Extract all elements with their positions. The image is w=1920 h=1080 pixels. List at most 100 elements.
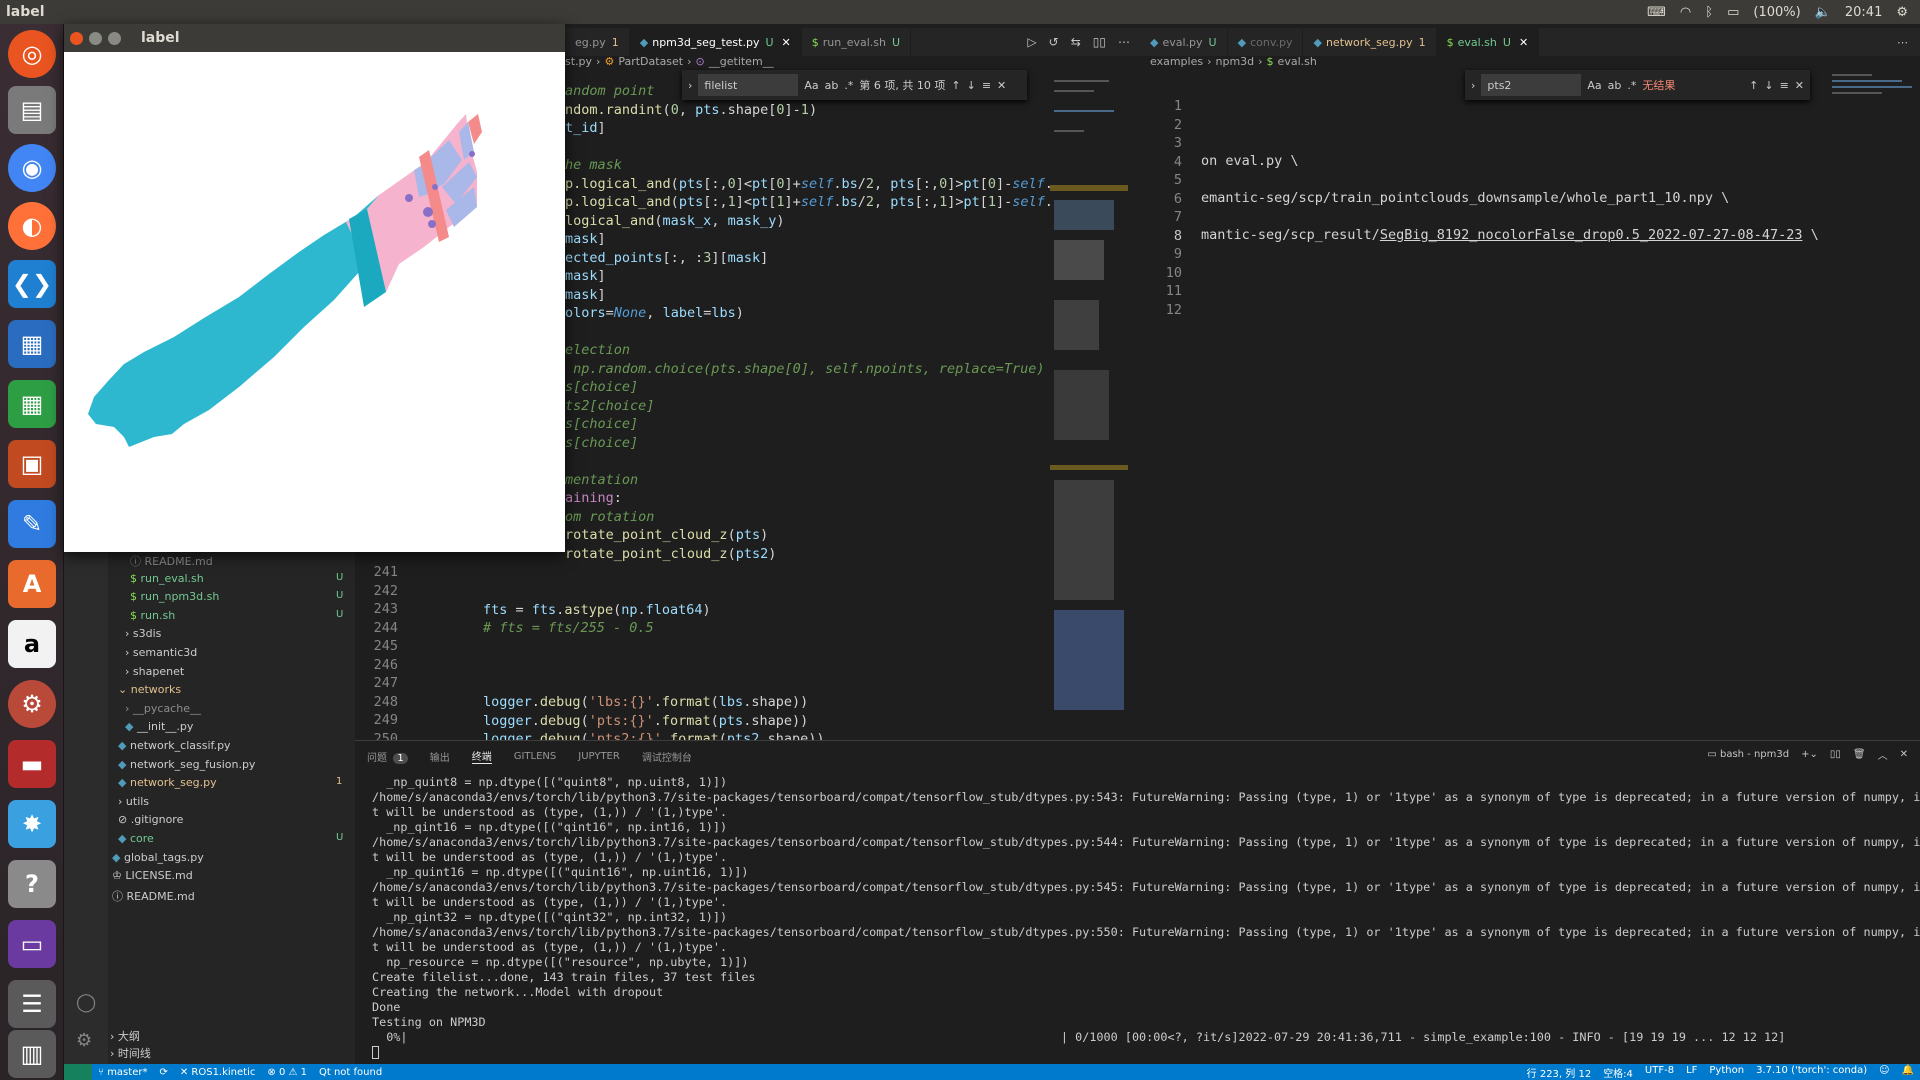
- manage-gear-icon[interactable]: ⚙: [76, 1030, 92, 1051]
- terminal-shell-selector[interactable]: ▭ bash - npm3d: [1707, 749, 1789, 760]
- tree-item[interactable]: › semantic3d: [125, 646, 197, 659]
- tree-item[interactable]: › utils: [118, 795, 149, 808]
- ubuntu-logo-icon[interactable]: ◎: [8, 30, 56, 78]
- left-minimap[interactable]: [1050, 70, 1130, 738]
- tab-gitlens[interactable]: GITLENS: [514, 751, 557, 762]
- tree-item[interactable]: $ run_npm3d.sh: [130, 590, 219, 603]
- breadcrumb-item[interactable]: PartDataset: [618, 55, 683, 68]
- more-actions-icon[interactable]: ⋯: [1897, 36, 1920, 49]
- text-editor-icon[interactable]: ✎: [8, 500, 56, 548]
- breadcrumb-item[interactable]: st.py: [565, 55, 592, 68]
- tree-item[interactable]: ◆ global_tags.py: [112, 851, 204, 864]
- stack-icon[interactable]: ☰: [8, 980, 56, 1028]
- files-icon[interactable]: ▤: [8, 86, 56, 134]
- python-interpreter[interactable]: 3.7.10 ('torch': conda): [1750, 1065, 1873, 1080]
- expand-replace-icon[interactable]: ›: [1471, 79, 1475, 92]
- tree-item[interactable]: ◆ network_seg.py: [118, 776, 217, 789]
- compare-icon[interactable]: ⇆: [1071, 35, 1081, 49]
- tree-item[interactable]: $ run_eval.sh: [130, 572, 204, 585]
- point-cloud-canvas[interactable]: [64, 52, 565, 552]
- right-code-line-4[interactable]: on eval.py \: [1201, 152, 1299, 171]
- volume-icon[interactable]: 🔈: [1815, 5, 1831, 20]
- match-case-icon[interactable]: Aa: [1587, 79, 1601, 92]
- close-panel-icon[interactable]: ✕: [1900, 749, 1908, 760]
- problems-status[interactable]: ⊗ 0 ⚠ 1: [261, 1067, 313, 1078]
- timeline-section[interactable]: › 时间线: [110, 1045, 151, 1061]
- indentation[interactable]: 空格:4: [1597, 1065, 1639, 1080]
- encoding[interactable]: UTF-8: [1639, 1065, 1680, 1080]
- language-mode[interactable]: Python: [1703, 1065, 1750, 1080]
- qt-status[interactable]: Qt not found: [313, 1067, 388, 1078]
- tree-item[interactable]: ◆ network_classif.py: [118, 739, 231, 752]
- find-in-selection-icon[interactable]: ≡: [1780, 79, 1789, 92]
- bluetooth-icon[interactable]: ᛒ: [1705, 5, 1713, 20]
- maximize-panel-icon[interactable]: ︿: [1878, 747, 1888, 762]
- window-maximize-button[interactable]: [108, 31, 121, 45]
- close-icon[interactable]: ✕: [782, 36, 791, 49]
- sync-icon[interactable]: ⟳: [153, 1067, 173, 1078]
- outline-section[interactable]: › 大纲: [110, 1028, 140, 1044]
- tree-item[interactable]: ◆ __init__.py: [125, 720, 193, 733]
- breadcrumb-item[interactable]: examples: [1150, 55, 1203, 68]
- right-code-line-8[interactable]: mantic-seg/scp_result/SegBig_8192_nocolo…: [1201, 226, 1819, 245]
- left-code-area[interactable]: andom point ndom.randint(0, pts.shape[0]…: [565, 82, 1053, 563]
- gear-icon[interactable]: ⚙: [1896, 5, 1908, 20]
- firefox-icon[interactable]: ◐: [8, 202, 56, 250]
- tab-debug-console[interactable]: 调试控制台: [642, 749, 692, 764]
- window-close-button[interactable]: [70, 31, 83, 45]
- right-minimap[interactable]: [1830, 70, 1915, 738]
- close-find-icon[interactable]: ✕: [1795, 79, 1804, 92]
- tab-terminal[interactable]: 终端: [471, 748, 492, 764]
- tree-item[interactable]: › __pycache__: [125, 702, 201, 715]
- split-editor-icon[interactable]: ▯▯: [1093, 35, 1106, 49]
- tree-item[interactable]: ⓘ README.md: [130, 553, 213, 569]
- calc-icon[interactable]: ▦: [8, 380, 56, 428]
- kill-terminal-icon[interactable]: 🗑: [1853, 749, 1866, 760]
- tree-item[interactable]: ◆ core: [118, 832, 154, 845]
- writer-icon[interactable]: ▦: [8, 320, 56, 368]
- split-terminal-icon[interactable]: ▯▯: [1830, 749, 1841, 760]
- cursor-position[interactable]: 行 223, 列 12: [1521, 1065, 1598, 1080]
- tab-run-eval[interactable]: $ run_eval.sh U: [802, 28, 912, 56]
- terminal-output[interactable]: _np_quint8 = np.dtype([("quint8", np.uin…: [372, 775, 1920, 1045]
- tree-item[interactable]: ⌄ networks: [118, 683, 181, 696]
- history-icon[interactable]: ↺: [1049, 35, 1059, 49]
- regex-icon[interactable]: .*: [1627, 79, 1636, 92]
- ros-status[interactable]: ✕ ROS1.kinetic: [174, 1067, 262, 1078]
- tab-eval-sh[interactable]: $ eval.sh U ✕: [1436, 28, 1540, 56]
- remote-indicator[interactable]: [64, 1064, 92, 1080]
- notifications-icon[interactable]: 🔔: [1896, 1065, 1920, 1080]
- app-icon[interactable]: ✸: [8, 800, 56, 848]
- settings-icon[interactable]: ⚙: [8, 680, 56, 728]
- breadcrumb-item[interactable]: __getitem__: [709, 55, 774, 68]
- tree-item[interactable]: ⊘ .gitignore: [118, 813, 183, 826]
- tree-item[interactable]: ♔ LICENSE.md: [112, 869, 193, 882]
- feedback-icon[interactable]: ☺: [1873, 1065, 1895, 1080]
- close-icon[interactable]: ✕: [1519, 36, 1528, 49]
- run-icon[interactable]: ▷: [1027, 35, 1036, 49]
- find-input[interactable]: pts2: [1481, 74, 1582, 96]
- tree-item[interactable]: ⓘ README.md: [112, 888, 195, 904]
- tab-jupyter[interactable]: JUPYTER: [578, 751, 620, 762]
- tree-item[interactable]: $ run.sh: [130, 609, 175, 622]
- line-8-path-link[interactable]: SegBig_8192_nocolorFalse_drop0.5_2022-07…: [1380, 227, 1803, 243]
- amazon-icon[interactable]: a: [8, 620, 56, 668]
- wifi-icon[interactable]: ◠: [1680, 5, 1691, 20]
- software-center-icon[interactable]: A: [8, 560, 56, 608]
- account-icon[interactable]: ◯: [76, 992, 96, 1013]
- keyboard-icon[interactable]: ⌨: [1647, 5, 1666, 20]
- window-icon[interactable]: ▭: [8, 920, 56, 968]
- vscode-icon[interactable]: ❮❯: [8, 260, 56, 308]
- tab-problems[interactable]: 问题 1: [367, 749, 408, 764]
- trash-icon[interactable]: ▥: [8, 1030, 56, 1078]
- tab-network-seg[interactable]: ◆ network_seg.py 1: [1303, 28, 1437, 56]
- tab-output[interactable]: 输出: [430, 749, 450, 764]
- new-terminal-icon[interactable]: +⌄: [1801, 749, 1818, 760]
- window-minimize-button[interactable]: [89, 31, 102, 45]
- more-actions-icon[interactable]: ⋯: [1118, 35, 1130, 49]
- whole-word-icon[interactable]: ab: [1608, 79, 1622, 92]
- tree-item[interactable]: › shapenet: [125, 665, 184, 678]
- next-match-icon[interactable]: ↓: [1764, 79, 1773, 92]
- clock[interactable]: 20:41: [1845, 5, 1882, 20]
- battery-icon[interactable]: ▭: [1727, 5, 1739, 20]
